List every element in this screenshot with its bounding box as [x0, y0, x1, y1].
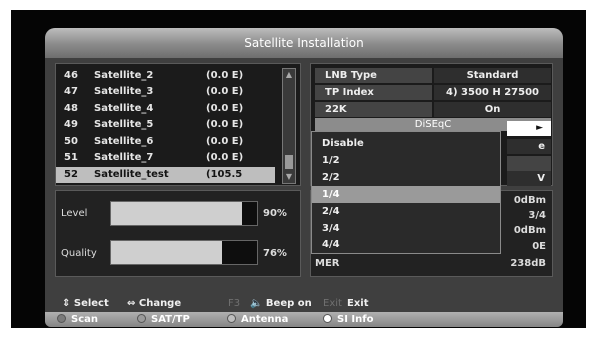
help-f3: F3: [228, 298, 241, 309]
satellite-number: 47: [64, 86, 78, 97]
signal-panel: Level 90% Quality 76%: [55, 190, 301, 277]
satellite-number: 46: [64, 70, 78, 81]
mer-value: 238dB: [510, 258, 546, 269]
satellite-name: Satellite_3: [94, 86, 154, 97]
list-item[interactable]: 51 Satellite_7 (0.0 E): [56, 150, 275, 166]
dropdown-option[interactable]: 2/4: [312, 203, 500, 220]
satellite-position: (0.0 E): [206, 103, 244, 114]
satellite-number: 52: [64, 169, 78, 180]
color-button-bar: Scan SAT/TP Antenna SI Info: [45, 312, 563, 327]
satellite-number: 50: [64, 136, 78, 147]
scroll-thumb[interactable]: [285, 155, 293, 169]
arrow-right-icon[interactable]: ►: [507, 121, 551, 136]
satellite-name: Satellite_2: [94, 70, 154, 81]
satellite-position: (0.0 E): [206, 70, 244, 81]
quality-label: Quality: [61, 248, 97, 259]
help-select: ⇕ Select: [62, 298, 109, 309]
scroll-up-icon[interactable]: ▲: [284, 71, 294, 79]
satellite-name: Satellite_4: [94, 103, 154, 114]
setting-label: 22K: [315, 102, 432, 117]
level-percent: 90%: [263, 208, 287, 219]
satellite-list: 46 Satellite_2 (0.0 E) 47 Satellite_3 (0…: [55, 63, 301, 186]
scan-button-label: Scan: [71, 314, 98, 325]
help-exit: Exit: [347, 298, 369, 309]
satellite-name: Satellite_6: [94, 136, 154, 147]
dropdown-option[interactable]: 3/4: [312, 220, 500, 237]
si-info-button-label: SI Info: [337, 314, 374, 325]
diseqc-dropdown[interactable]: Disable 1/2 2/2 1/4 2/4 3/4 4/4: [311, 131, 501, 254]
setting-label: LNB Type: [315, 68, 432, 83]
list-item[interactable]: 50 Satellite_6 (0.0 E): [56, 134, 275, 150]
help-exit-key: Exit: [323, 298, 342, 309]
yellow-key-icon: [227, 314, 236, 323]
setting-label: TP Index: [315, 85, 432, 100]
help-change: ⇔ Change: [127, 298, 182, 309]
antenna-button-label: Antenna: [241, 314, 289, 325]
antenna-button[interactable]: Antenna: [227, 312, 288, 327]
blue-key-icon: [323, 314, 332, 323]
setting-value: 4) 3500 H 27500: [434, 85, 551, 100]
scan-button[interactable]: Scan: [57, 312, 98, 327]
list-item[interactable]: 48 Satellite_4 (0.0 E): [56, 101, 275, 117]
level-bar: [110, 201, 258, 226]
si-info-button[interactable]: SI Info: [323, 312, 373, 327]
satellite-name: Satellite_test: [94, 169, 169, 180]
dropdown-option[interactable]: 4/4: [312, 236, 500, 253]
setting-lnb-type[interactable]: LNB Type Standard: [315, 68, 551, 83]
quality-bar-fill: [111, 241, 222, 264]
info-value: 0E: [532, 241, 546, 252]
dropdown-option-selected[interactable]: 1/4: [312, 186, 500, 203]
satellite-position: (0.0 E): [206, 152, 244, 163]
satellite-number: 51: [64, 152, 78, 163]
satellite-position: (0.0 E): [206, 119, 244, 130]
sat-tp-button[interactable]: SAT/TP: [137, 312, 190, 327]
green-key-icon: [137, 314, 146, 323]
satellite-number: 49: [64, 119, 78, 130]
dropdown-option[interactable]: 2/2: [312, 169, 500, 186]
setting-22k[interactable]: 22K On: [315, 102, 551, 117]
list-item[interactable]: 49 Satellite_5 (0.0 E): [56, 117, 275, 133]
satellite-position: (0.0 E): [206, 136, 244, 147]
setting-value: On: [434, 102, 551, 117]
page-title: Satellite Installation: [45, 28, 563, 58]
quality-percent: 76%: [263, 248, 287, 259]
list-scrollbar[interactable]: ▲ ▼: [282, 68, 296, 184]
setting-value: Standard: [434, 68, 551, 83]
info-value: 0dBm: [513, 195, 546, 206]
setting-value-partial: V: [507, 171, 551, 186]
quality-bar: [110, 240, 258, 265]
satellite-name: Satellite_7: [94, 152, 154, 163]
dropdown-option[interactable]: 1/2: [312, 152, 500, 169]
setting-tp-index[interactable]: TP Index 4) 3500 H 27500: [315, 85, 551, 100]
scroll-down-icon[interactable]: ▼: [284, 173, 294, 181]
info-value: 3/4: [528, 210, 546, 221]
sat-tp-button-label: SAT/TP: [151, 314, 190, 325]
satellite-position: (0.0 E): [206, 86, 244, 97]
level-bar-fill: [111, 202, 243, 225]
list-item[interactable]: 47 Satellite_3 (0.0 E): [56, 84, 275, 100]
red-key-icon: [57, 314, 66, 323]
level-label: Level: [61, 208, 88, 219]
satellite-name: Satellite_5: [94, 119, 154, 130]
info-value: 0dBm: [513, 225, 546, 236]
satellite-position: (105.5: [206, 169, 243, 180]
help-beep: 🔈 Beep on: [250, 298, 312, 309]
dropdown-option[interactable]: Disable: [312, 135, 500, 152]
list-item[interactable]: 46 Satellite_2 (0.0 E): [56, 68, 275, 84]
list-item-selected[interactable]: 52 Satellite_test (105.5: [56, 167, 275, 183]
setting-value-partial: e: [507, 139, 551, 154]
setting-value-blank: [507, 156, 551, 171]
mer-label: MER: [315, 258, 340, 269]
satellite-number: 48: [64, 103, 78, 114]
